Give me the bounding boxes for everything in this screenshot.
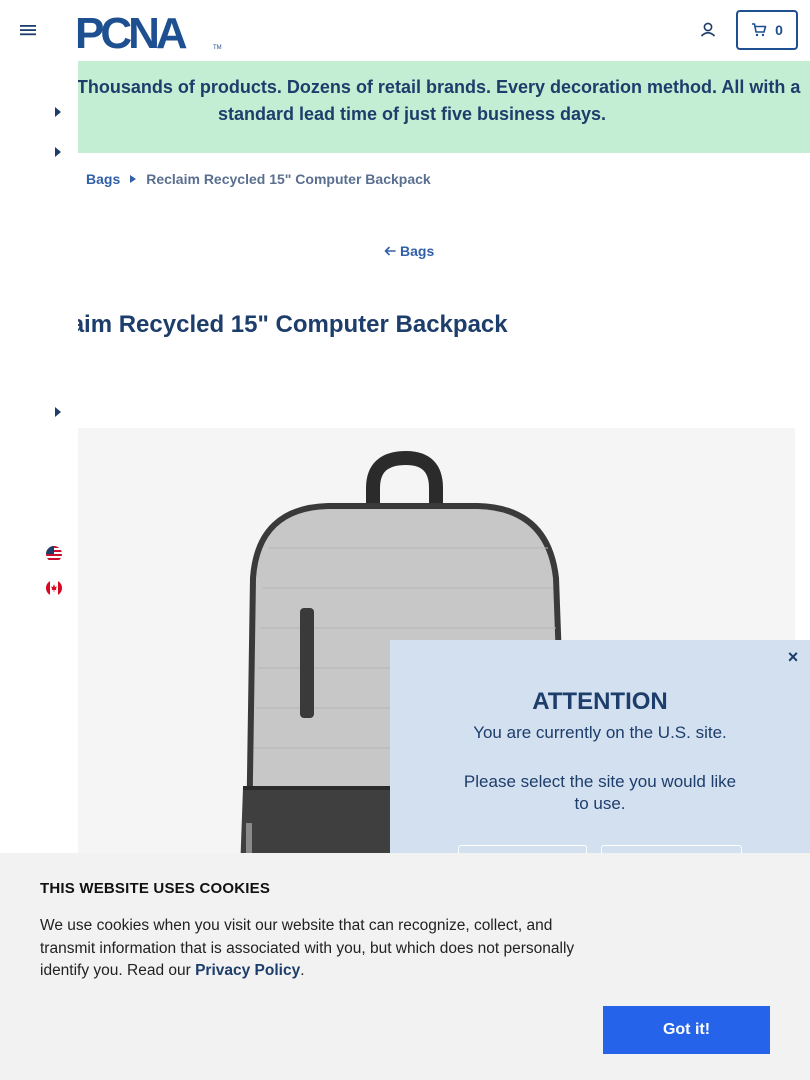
site-header: PCNA TM 0 bbox=[0, 0, 810, 61]
accept-cookies-button[interactable]: Got it! bbox=[603, 1006, 770, 1054]
caret-right-icon[interactable] bbox=[54, 407, 62, 417]
account-icon[interactable] bbox=[697, 19, 719, 41]
back-to-bags-link[interactable]: Bags bbox=[384, 243, 434, 259]
caret-right-icon[interactable] bbox=[54, 147, 62, 157]
cart-button[interactable]: 0 bbox=[736, 10, 798, 50]
cookie-banner: THIS WEBSITE USES COOKIES We use cookies… bbox=[0, 853, 810, 1080]
arrow-left-icon bbox=[384, 246, 396, 256]
modal-title: ATTENTION bbox=[532, 688, 668, 715]
breadcrumb-bags-link[interactable]: Bags bbox=[86, 171, 120, 187]
cart-count: 0 bbox=[775, 22, 783, 38]
close-icon[interactable]: × bbox=[784, 648, 802, 666]
cookie-title: THIS WEBSITE USES COOKIES bbox=[40, 880, 271, 897]
caret-right-icon[interactable] bbox=[54, 107, 62, 117]
page: Reclaim Recycled 15" Computer Backpack P… bbox=[0, 0, 810, 1080]
breadcrumb-separator-icon bbox=[130, 175, 137, 183]
breadcrumb: Bags Reclaim Recycled 15" Computer Backp… bbox=[86, 171, 431, 187]
menu-icon[interactable] bbox=[18, 20, 38, 40]
svg-text:TM: TM bbox=[213, 45, 222, 51]
product-title: Reclaim Recycled 15" Computer Backpack bbox=[20, 311, 508, 338]
us-flag-icon[interactable] bbox=[46, 546, 62, 562]
cart-icon bbox=[752, 23, 767, 37]
promo-banner-text: Wait? Thousands of products. Dozens of r… bbox=[23, 77, 801, 124]
back-link-label: Bags bbox=[400, 243, 435, 259]
cookie-text: We use cookies when you visit our websit… bbox=[40, 915, 600, 983]
promo-banner: Wait? Thousands of products. Dozens of r… bbox=[0, 61, 810, 153]
pcna-logo[interactable]: PCNA TM bbox=[75, 10, 225, 52]
breadcrumb-current: Reclaim Recycled 15" Computer Backpack bbox=[146, 171, 431, 187]
svg-text:PCNA: PCNA bbox=[75, 10, 187, 52]
cookie-body: We use cookies when you visit our websit… bbox=[40, 917, 575, 979]
cookie-period: . bbox=[300, 962, 305, 979]
modal-current-site-text: You are currently on the U.S. site. bbox=[473, 723, 727, 742]
canada-flag-icon[interactable] bbox=[46, 580, 62, 596]
privacy-policy-link[interactable]: Privacy Policy bbox=[195, 962, 300, 979]
modal-select-site-text: Please select the site you would like to… bbox=[463, 772, 737, 813]
